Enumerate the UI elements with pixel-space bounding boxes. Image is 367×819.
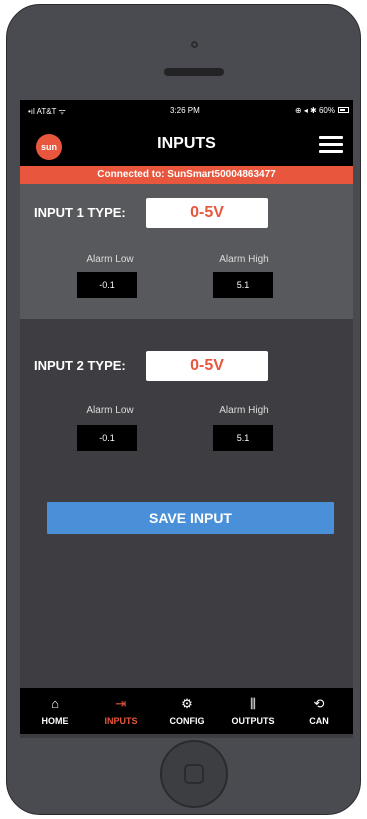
input-1-alarm-high-label: Alarm High bbox=[219, 254, 269, 265]
tab-home[interactable]: ⌂ HOME bbox=[22, 688, 88, 734]
gear-icon: ⚙ bbox=[181, 696, 193, 711]
input-1-alarm-low-field[interactable]: -0.1 bbox=[77, 272, 137, 298]
status-bar: •ıl AT&T ᯤ 3:26 PM ⊕ ◂ ✱ 60% bbox=[20, 100, 353, 122]
tab-inputs[interactable]: ⇥ INPUTS bbox=[88, 688, 154, 734]
battery-icon bbox=[338, 107, 349, 113]
can-icon: ⟲ bbox=[313, 696, 325, 711]
status-time: 3:26 PM bbox=[170, 106, 200, 115]
input-1-type-select[interactable]: 0-5V bbox=[146, 198, 268, 228]
input-2-alarm-low-label: Alarm Low bbox=[86, 405, 134, 416]
save-input-button[interactable]: SAVE INPUT bbox=[47, 502, 334, 534]
tab-config[interactable]: ⚙ CONFIG bbox=[154, 688, 220, 734]
tab-can[interactable]: ⟲ CAN bbox=[286, 688, 352, 734]
app-screen: •ıl AT&T ᯤ 3:26 PM ⊕ ◂ ✱ 60% sun INPUTS … bbox=[20, 100, 353, 738]
input-2-type-select[interactable]: 0-5V bbox=[146, 351, 268, 381]
input-2-alarm-high-label: Alarm High bbox=[219, 405, 269, 416]
hamburger-menu-icon[interactable] bbox=[319, 134, 343, 154]
input-2-alarm-high-field[interactable]: 5.1 bbox=[213, 425, 273, 451]
home-button-square-icon bbox=[184, 764, 204, 784]
tab-can-label: CAN bbox=[309, 716, 329, 726]
tab-bar: ⌂ HOME ⇥ INPUTS ⚙ CONFIG ⫼ OUTPUTS ⟲ CAN bbox=[20, 688, 353, 734]
tab-inputs-label: INPUTS bbox=[104, 716, 138, 726]
tab-outputs-label: OUTPUTS bbox=[231, 716, 275, 726]
header: sun INPUTS bbox=[20, 122, 353, 166]
camera bbox=[191, 41, 198, 48]
tab-outputs[interactable]: ⫼ OUTPUTS bbox=[220, 688, 286, 734]
input-1-type-label: INPUT 1 TYPE: bbox=[34, 205, 126, 220]
input-2-alarm-low-field[interactable]: -0.1 bbox=[77, 425, 137, 451]
speaker bbox=[164, 68, 224, 76]
home-hardware-button[interactable] bbox=[160, 740, 228, 808]
inputs-icon: ⇥ bbox=[115, 696, 127, 711]
input-1-alarm-high-field[interactable]: 5.1 bbox=[213, 272, 273, 298]
tab-config-label: CONFIG bbox=[169, 716, 205, 726]
connection-banner: Connected to: SunSmart50004863477 bbox=[20, 166, 353, 184]
input-2-type-label: INPUT 2 TYPE: bbox=[34, 358, 126, 373]
home-icon: ⌂ bbox=[51, 696, 59, 711]
status-indicators: ⊕ ◂ ✱ 60% bbox=[294, 106, 335, 115]
tab-home-label: HOME bbox=[41, 716, 69, 726]
page-title: INPUTS bbox=[157, 135, 216, 152]
carrier-label: •ıl AT&T ᯤ bbox=[28, 107, 66, 116]
outputs-icon: ⫼ bbox=[250, 696, 256, 711]
input-1-alarm-low-label: Alarm Low bbox=[86, 254, 134, 265]
